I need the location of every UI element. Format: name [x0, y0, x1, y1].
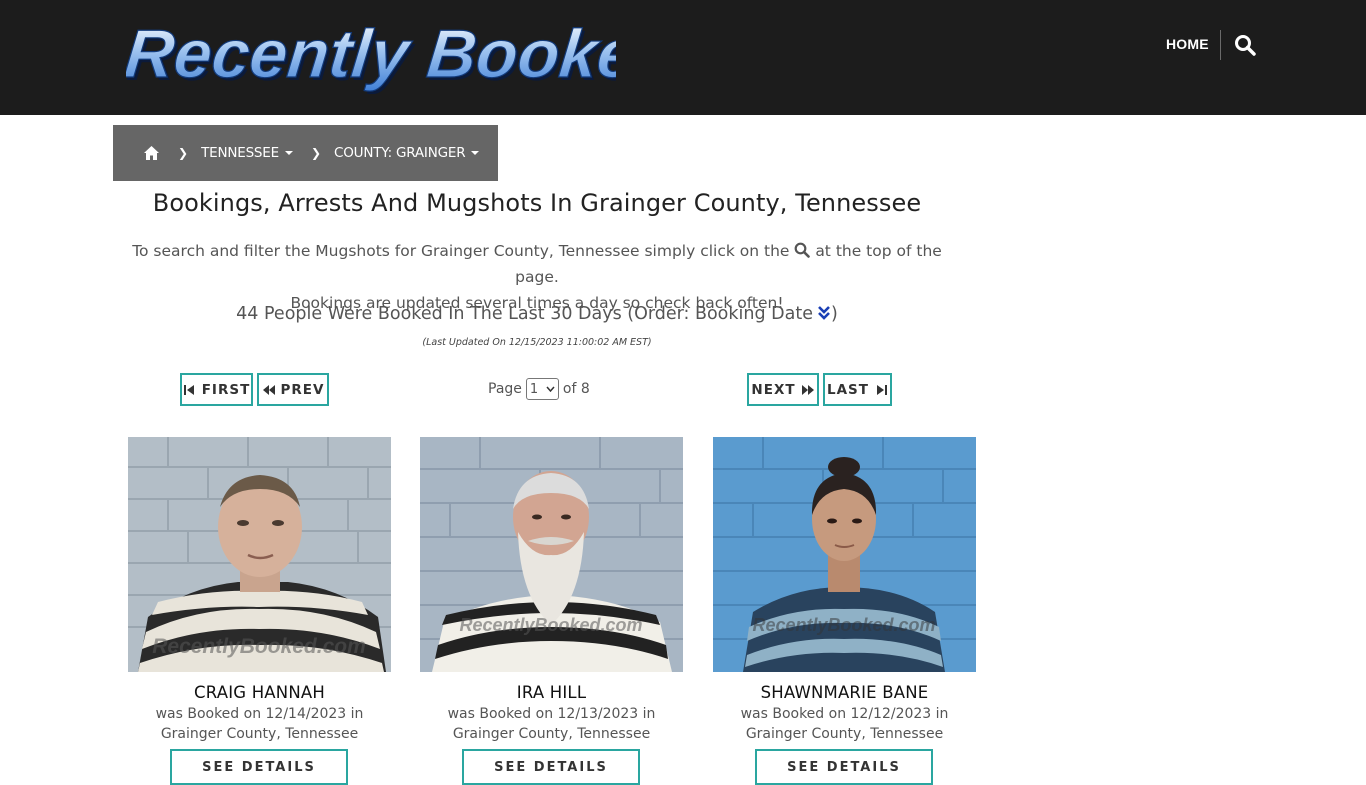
see-details-button[interactable]: SEE DETAILS — [462, 749, 640, 785]
mugshot-image[interactable]: RecentlyBooked.com — [128, 437, 391, 672]
first-page-button[interactable]: FIRST — [180, 373, 253, 406]
home-icon[interactable] — [143, 145, 160, 161]
booking-info: was Booked on 12/12/2023 in Grainger Cou… — [713, 704, 976, 744]
prev-page-button[interactable]: PREV — [257, 373, 329, 406]
page-of-label: of 8 — [562, 381, 590, 397]
last-page-label: LAST — [827, 381, 869, 398]
mugshot-image[interactable]: RecentlyBooked.com — [713, 437, 976, 672]
breadcrumb-state-label: TENNESSEE — [201, 145, 279, 161]
site-logo[interactable]: Recently Booked Recently Booked — [126, 18, 616, 94]
last-page-icon — [876, 384, 887, 395]
prev-page-label: PREV — [280, 381, 325, 398]
breadcrumb-county-label: COUNTY: GRAINGER — [334, 145, 466, 161]
breadcrumb-state[interactable]: TENNESSEE — [201, 145, 293, 161]
booking-location-text: Grainger County, Tennessee — [745, 726, 944, 742]
inmate-name[interactable]: IRA HILL — [420, 683, 683, 702]
nav-home-link[interactable]: HOME — [1166, 36, 1209, 52]
booking-card: RecentlyBooked.com SHAWNMARIE BANE was B… — [713, 437, 976, 785]
svg-text:RecentlyBooked.com: RecentlyBooked.com — [459, 615, 642, 635]
nav-divider — [1220, 30, 1221, 60]
inmate-name[interactable]: SHAWNMARIE BANE — [713, 683, 976, 702]
caret-down-icon — [284, 151, 293, 155]
double-chevron-down-icon[interactable] — [817, 305, 831, 321]
site-header: Recently Booked Recently Booked HOME — [0, 0, 1366, 115]
booking-location-text: Grainger County, Tennessee — [452, 726, 651, 742]
svg-text:Recently Booked: Recently Booked — [126, 18, 616, 92]
booking-count: 44 People Were Booked In The Last 30 Day… — [127, 304, 947, 324]
see-details-button[interactable]: SEE DETAILS — [170, 749, 348, 785]
fast-forward-icon — [801, 384, 814, 395]
first-page-label: FIRST — [201, 381, 251, 398]
page-label: Page — [488, 381, 522, 397]
search-icon — [794, 242, 811, 258]
booking-count-text: 44 People Were Booked In The Last 30 Day… — [236, 304, 813, 324]
search-icon[interactable] — [1234, 34, 1256, 56]
booking-date-text: was Booked on 12/12/2023 in — [740, 706, 949, 722]
page-selector: Page 1 of 8 — [488, 378, 590, 400]
chevron-right-icon: ❯ — [310, 146, 322, 160]
breadcrumb-county[interactable]: COUNTY: GRAINGER — [334, 145, 480, 161]
booking-info: was Booked on 12/13/2023 in Grainger Cou… — [420, 704, 683, 744]
booking-card: RecentlyBooked.com CRAIG HANNAH was Book… — [128, 437, 391, 785]
booking-location-text: Grainger County, Tennessee — [160, 726, 359, 742]
page-title: Bookings, Arrests And Mugshots In Graing… — [152, 189, 922, 217]
last-page-button[interactable]: LAST — [823, 373, 892, 406]
first-page-icon — [183, 384, 194, 395]
chevron-right-icon: ❯ — [178, 146, 189, 160]
chevron-down-icon — [546, 386, 555, 392]
see-details-button[interactable]: SEE DETAILS — [755, 749, 933, 785]
booking-date-text: was Booked on 12/14/2023 in — [155, 706, 364, 722]
next-page-button[interactable]: NEXT — [747, 373, 819, 406]
booking-count-close: ) — [830, 304, 838, 324]
booking-info: was Booked on 12/14/2023 in Grainger Cou… — [128, 704, 391, 744]
last-updated: (Last Updated On 12/15/2023 11:00:02 AM … — [422, 337, 652, 348]
next-page-label: NEXT — [751, 381, 796, 398]
page-select[interactable]: 1 — [525, 378, 559, 400]
svg-text:RecentlyBooked.com: RecentlyBooked.com — [152, 635, 366, 658]
caret-down-icon — [471, 151, 480, 155]
booking-card: RecentlyBooked.com IRA HILL was Booked o… — [420, 437, 683, 785]
intro-text-part1: To search and filter the Mugshots for Gr… — [132, 242, 790, 260]
page-select-value: 1 — [529, 381, 539, 397]
rewind-icon — [262, 384, 275, 395]
booking-date-text: was Booked on 12/13/2023 in — [447, 706, 656, 722]
svg-text:RecentlyBooked.com: RecentlyBooked.com — [752, 615, 935, 635]
mugshot-image[interactable]: RecentlyBooked.com — [420, 437, 683, 672]
inmate-name[interactable]: CRAIG HANNAH — [128, 683, 391, 702]
breadcrumb: ❯ TENNESSEE ❯ COUNTY: GRAINGER — [113, 125, 498, 181]
